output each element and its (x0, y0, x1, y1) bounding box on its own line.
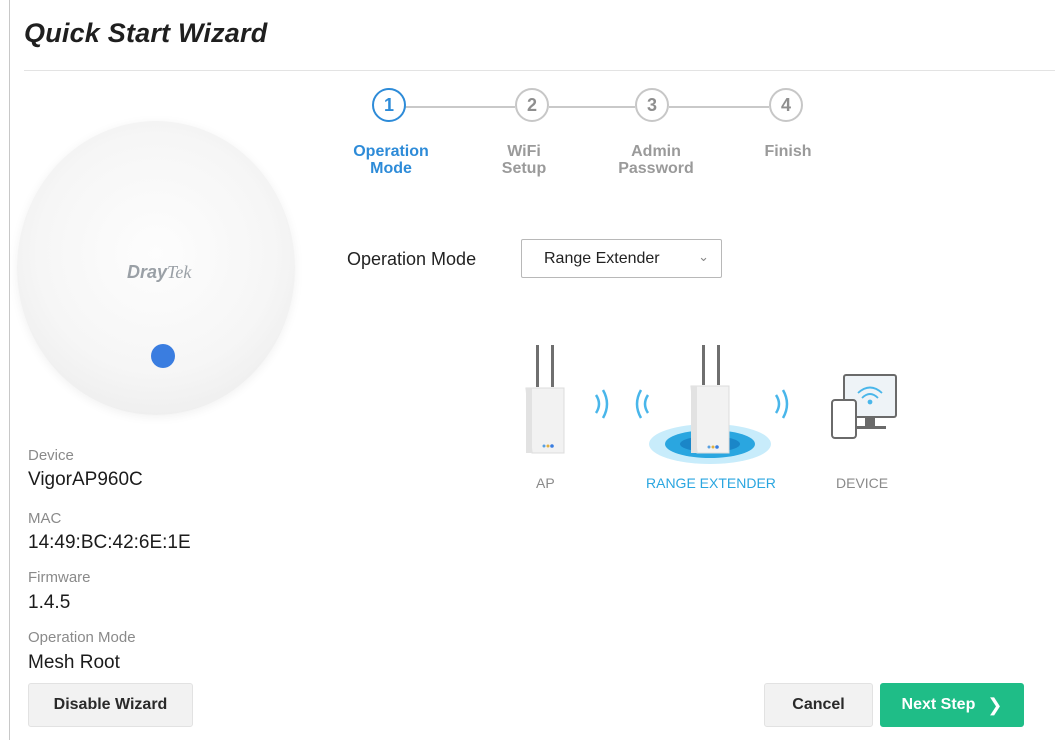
operation-mode-value: Range Extender (544, 249, 660, 267)
mac-label: MAC (28, 510, 62, 527)
page-title: Quick Start Wizard (24, 18, 268, 48)
device-label: DEVICE (836, 475, 889, 491)
cancel-button[interactable]: Cancel (764, 683, 873, 727)
step-connector (669, 106, 769, 108)
wifi-signal-icon (774, 389, 789, 419)
operation-mode-select[interactable]: Range Extender ⌄ (521, 239, 722, 278)
wifi-signal-icon (594, 389, 609, 419)
topology-diagram (525, 345, 897, 464)
mac-value: 14:49:BC:42:6E:1E (28, 532, 191, 553)
device-label: Device (28, 447, 74, 464)
ap-device-icon (525, 345, 565, 454)
step-connector (405, 106, 515, 108)
step-4-label: Finish (764, 143, 812, 160)
status-led (151, 344, 175, 368)
step-2-label: WiFi Setup (501, 143, 547, 177)
left-border (9, 0, 10, 740)
step-1-circle: 1 (372, 88, 406, 122)
device-value: VigorAP960C (28, 469, 143, 490)
firmware-value: 1.4.5 (28, 592, 71, 613)
chevron-down-icon: ⌄ (698, 249, 709, 264)
wifi-signal-icon (635, 389, 650, 419)
operation-mode-label: Operation Mode (347, 249, 477, 269)
disable-wizard-button[interactable]: Disable Wizard (28, 683, 193, 727)
step-connector (549, 106, 635, 108)
step-3-label: Admin Password (618, 143, 694, 177)
step-3-circle: 3 (635, 88, 669, 122)
draytek-logo: DrayTek (127, 262, 192, 282)
title-divider (24, 70, 1055, 71)
client-device-icon (831, 374, 897, 439)
range-extender-label: RANGE EXTENDER (646, 475, 776, 491)
mode-label: Operation Mode (28, 629, 136, 646)
range-extender-icon (649, 345, 771, 464)
next-step-label: Next Step (901, 696, 976, 713)
ap-label: AP (536, 475, 555, 491)
step-2-circle: 2 (515, 88, 549, 122)
mode-value: Mesh Root (28, 652, 120, 673)
next-step-button[interactable]: Next Step ❯ (880, 683, 1024, 727)
chevron-right-icon: ❯ (987, 694, 1003, 715)
step-4-circle: 4 (769, 88, 803, 122)
step-1-label: Operation Mode (353, 143, 429, 177)
firmware-label: Firmware (28, 569, 91, 586)
